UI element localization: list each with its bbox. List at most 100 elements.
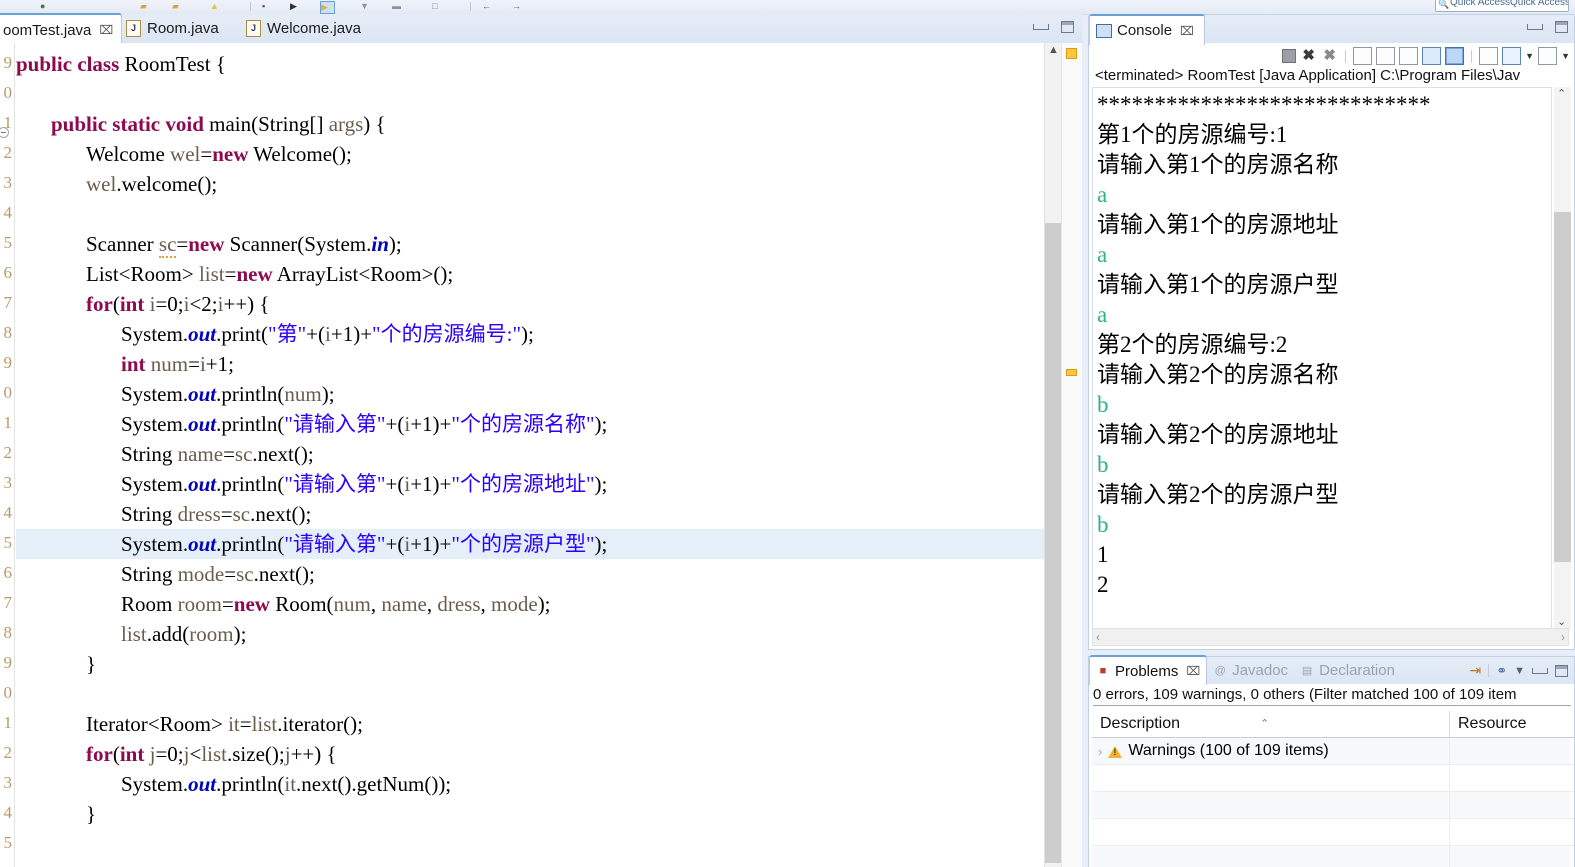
table-row[interactable] [1092, 765, 1574, 792]
code-line[interactable]: System.out.println(num); [121, 379, 335, 409]
scroll-up-icon[interactable]: ⌃ [1557, 89, 1566, 100]
code-line[interactable]: String mode=sc.next(); [121, 559, 315, 589]
run-last-icon[interactable]: ▶ [320, 1, 335, 14]
remove-launch-icon[interactable]: ✖ [1300, 48, 1317, 64]
code-line[interactable]: Iterator<Room> it=list.iterator(); [86, 709, 363, 739]
pin-console-icon[interactable] [1479, 47, 1499, 65]
javadoc-tab-label: Javadoc [1232, 662, 1289, 679]
forward-icon[interactable]: → [512, 1, 525, 12]
table-row[interactable] [1092, 792, 1574, 819]
chevron-right-icon[interactable]: › [1098, 744, 1102, 759]
code-line[interactable]: System.out.println("请输入第"+(i+1)+"个的房源地址"… [121, 469, 607, 499]
code-line[interactable]: list.add(room); [121, 619, 246, 649]
open-console-icon[interactable] [1538, 47, 1558, 65]
code-line[interactable]: public static void main(String[] args) { [51, 109, 386, 139]
line-number: 4 [3, 803, 13, 822]
next-annotation-icon[interactable]: ▼ [360, 1, 373, 12]
table-row[interactable] [1092, 846, 1574, 867]
maximize-icon[interactable] [1061, 21, 1074, 33]
warning-marker[interactable] [1066, 369, 1077, 376]
remove-all-terminated-icon[interactable]: ✖ [1321, 48, 1338, 64]
code-line[interactable]: Welcome wel=new Welcome(); [86, 139, 352, 169]
save-icon[interactable]: ▰ [172, 1, 185, 12]
column-header-description[interactable]: Description ⌃ [1092, 711, 1450, 737]
table-row[interactable]: › Warnings (100 of 109 items) [1092, 738, 1574, 765]
code-editor[interactable]: public class RoomTest { public static voi… [16, 43, 1046, 867]
display-selected-console-icon[interactable] [1502, 47, 1522, 65]
tab-javadoc[interactable]: @ Javadoc [1207, 657, 1294, 684]
close-icon[interactable]: ⌧ [1180, 24, 1194, 38]
code-line[interactable]: System.out.print("第"+(i+1)+"个的房源编号:"); [121, 319, 534, 349]
code-line[interactable]: wel.welcome(); [86, 169, 217, 199]
console-vertical-scrollbar[interactable]: ⌃ ⌄ [1554, 87, 1571, 630]
console-output[interactable]: ***************************** 第1个的房源编号:1 请… [1092, 87, 1552, 630]
view-menu-icon[interactable]: ▼ [1514, 665, 1525, 677]
tab-problems[interactable]: ■ Problems ⌧ [1089, 655, 1208, 685]
code-line[interactable]: System.out.println("请输入第"+(i+1)+"个的房源名称"… [121, 409, 607, 439]
minimize-icon[interactable] [1532, 667, 1548, 674]
tab-declaration[interactable]: ▤ Declaration [1294, 657, 1401, 684]
run-icon[interactable]: ▶ [290, 1, 303, 12]
console-horizontal-scrollbar[interactable]: ‹ › [1092, 628, 1569, 646]
minimize-icon[interactable] [1527, 24, 1543, 30]
editor-vertical-scrollbar[interactable]: ▲ [1044, 43, 1062, 867]
code-line[interactable]: System.out.println(it.next().getNum()); [121, 769, 451, 799]
warning-marker[interactable] [1066, 48, 1077, 59]
editor-overview-ruler[interactable] [1061, 43, 1082, 867]
table-row[interactable] [1092, 819, 1574, 846]
show-console-on-output-icon[interactable] [1422, 47, 1442, 65]
code-line[interactable]: for(int i=0;i<2;i++) { [86, 289, 270, 319]
code-line[interactable]: Scanner sc=new Scanner(System.in); [86, 229, 402, 259]
debug-icon[interactable]: ● [40, 1, 53, 12]
filters-icon[interactable]: ⚭ [1496, 663, 1507, 679]
line-number: 7 [3, 293, 13, 312]
tab-console[interactable]: Console ⌧ [1089, 14, 1205, 45]
code-line[interactable]: for(int j=0;j<list.size();j++) { [86, 739, 337, 769]
scroll-right-icon[interactable]: › [1561, 630, 1565, 644]
quick-access-input[interactable]: 🔍 Quick AccessQuick Access [1435, 0, 1569, 12]
clear-console-icon[interactable] [1353, 47, 1373, 65]
scrollbar-thumb[interactable] [1554, 212, 1571, 562]
close-icon[interactable]: ⌧ [1186, 664, 1200, 678]
editor-tab-roomtest[interactable]: oomTest.java ⌧ [0, 13, 123, 46]
close-icon[interactable]: ⌧ [99, 16, 113, 45]
editor-tab-room[interactable]: J Room.java [118, 14, 227, 43]
print-icon[interactable]: ▪ [262, 1, 275, 12]
minimize-icon[interactable] [1033, 24, 1049, 30]
scrollbar-thumb[interactable] [1045, 223, 1062, 863]
code-line[interactable]: int num=i+1; [121, 349, 234, 379]
code-line[interactable]: String dress=sc.next(); [121, 499, 311, 529]
word-wrap-icon[interactable] [1399, 47, 1419, 65]
terminate-icon[interactable] [1282, 49, 1297, 63]
chevron-down-icon[interactable]: ▼ [1561, 51, 1570, 61]
line-number: 2 [3, 443, 13, 462]
scroll-left-icon[interactable]: ‹ [1096, 630, 1100, 644]
chevron-down-icon[interactable]: ▼ [1525, 51, 1534, 61]
scroll-down-icon[interactable]: ⌄ [1557, 617, 1566, 628]
editor-gutter[interactable]: 9 0 1 2 3 4 5 6 7 8 9 0 1 2 3 4 5 6 7 8 9 0 1 2 3 4 5 [0, 43, 15, 867]
code-line[interactable]: public class RoomTest { [16, 49, 226, 79]
prev-annotation-icon[interactable]: ▬ [392, 1, 405, 12]
editor-tab-welcome[interactable]: J Welcome.java [238, 14, 369, 43]
column-header-resource[interactable]: Resource [1450, 711, 1570, 737]
new-icon[interactable]: □ [432, 1, 445, 12]
open-folder-icon[interactable]: ▰ [140, 1, 153, 12]
console-tab-label: Console [1117, 22, 1173, 39]
code-line[interactable]: Room room=new Room(num, name, dress, mod… [121, 589, 551, 619]
problems-cell-description [1092, 765, 1450, 791]
focus-on-selection-icon[interactable]: ⇥ [1469, 662, 1481, 679]
maximize-icon[interactable] [1555, 664, 1568, 677]
editor-area: oomTest.java ⌧ J Room.java J Welcome.jav… [0, 13, 1082, 867]
code-line[interactable]: String name=sc.next(); [121, 439, 314, 469]
line-number: 3 [3, 173, 13, 192]
code-line[interactable]: System.out.println("请输入第"+(i+1)+"个的房源户型"… [16, 529, 1046, 559]
show-console-on-error-icon[interactable] [1445, 47, 1465, 65]
scroll-lock-icon[interactable] [1376, 47, 1396, 65]
back-icon[interactable]: ← [482, 1, 495, 12]
code-line[interactable]: } [86, 799, 96, 829]
code-line[interactable]: } [86, 649, 96, 679]
maximize-icon[interactable] [1555, 21, 1568, 33]
save-all-icon[interactable]: ▲ [210, 1, 223, 12]
code-line[interactable]: List<Room> list=new ArrayList<Room>(); [86, 259, 453, 289]
scroll-up-icon[interactable]: ▲ [1048, 45, 1059, 56]
